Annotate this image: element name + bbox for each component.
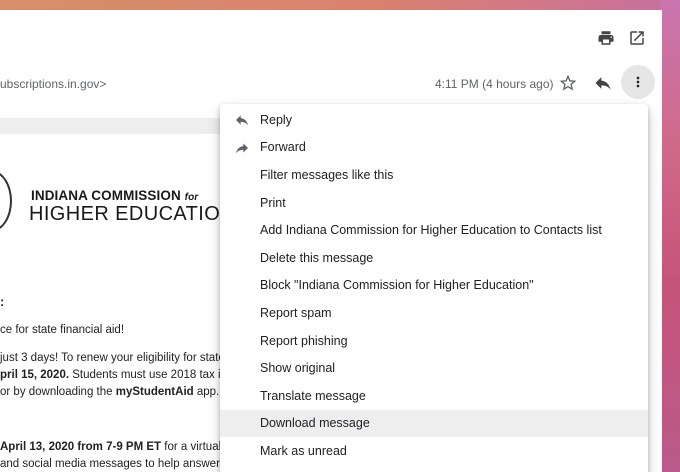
open-in-new-window-icon[interactable] xyxy=(628,29,646,47)
logo-text-line1: INDIANA COMMISSION for xyxy=(31,188,198,203)
menu-item-label: Show original xyxy=(260,361,336,376)
body-line-3: pril 15, 2020. Students must use 2018 ta… xyxy=(0,369,227,381)
body-line-1: ce for state financial aid! xyxy=(0,324,125,336)
app-name: myStudentAid xyxy=(115,386,194,398)
menu-item-report-phishing[interactable]: Report phishing xyxy=(220,327,648,355)
menu-item-label: Reply xyxy=(260,112,292,127)
deadline-date: pril 15, 2020. xyxy=(0,369,70,381)
body-line-5: April 13, 2020 from 7-9 PM ET for a virt… xyxy=(0,441,231,453)
desktop-background-right xyxy=(660,0,680,472)
menu-item-label: Report phishing xyxy=(260,333,348,348)
menu-item-download[interactable]: Download message xyxy=(220,409,648,438)
body-line-4-pre: or by downloading the xyxy=(0,386,116,398)
forward-icon xyxy=(234,140,250,156)
body-line-2: just 3 days! To renew your eligibility f… xyxy=(0,352,225,364)
menu-item-add-contact[interactable]: Add Indiana Commission for Higher Educat… xyxy=(220,216,648,244)
menu-item-filter[interactable]: Filter messages like this xyxy=(220,161,648,189)
menu-item-label: Download message xyxy=(260,416,370,431)
more-vert-icon xyxy=(636,76,640,88)
greeting-colon: : xyxy=(0,294,5,309)
more-options-menu: Reply Forward Filter messages like this … xyxy=(220,104,648,472)
menu-item-show-original[interactable]: Show original xyxy=(220,354,648,382)
menu-item-label: Print xyxy=(260,195,286,210)
menu-item-label: Filter messages like this xyxy=(260,167,394,182)
reply-header-icon[interactable] xyxy=(593,73,613,93)
email-window: ubscriptions.in.gov> 4:11 PM (4 hours ag… xyxy=(0,10,662,472)
menu-item-mark-unread[interactable]: Mark as unread xyxy=(220,437,648,465)
star-icon[interactable] xyxy=(558,73,578,93)
message-timestamp: 4:11 PM (4 hours ago) xyxy=(435,77,554,91)
logo-text-line2: HIGHER EDUCATIO xyxy=(29,203,221,225)
menu-item-label: Forward xyxy=(260,140,306,155)
menu-item-forward[interactable]: Forward xyxy=(220,134,648,162)
menu-item-translate[interactable]: Translate message xyxy=(220,382,648,410)
logo-title: INDIANA COMMISSION xyxy=(31,188,181,203)
logo-for: for xyxy=(184,192,199,203)
body-line-4-post: app. xyxy=(193,386,220,398)
menu-item-reply[interactable]: Reply xyxy=(220,106,648,134)
logo-emblem xyxy=(0,170,12,232)
menu-item-delete[interactable]: Delete this message xyxy=(220,244,648,272)
menu-item-label: Block "Indiana Commission for Higher Edu… xyxy=(260,278,534,293)
body-line-4: or by downloading the myStudentAid app. xyxy=(0,386,219,398)
menu-item-block-sender[interactable]: Block "Indiana Commission for Higher Edu… xyxy=(220,272,648,300)
body-line-3-rest: Students must use 2018 tax in xyxy=(69,369,227,381)
email-banner-bar xyxy=(0,118,222,134)
menu-item-label: Translate message xyxy=(260,388,366,403)
menu-item-print[interactable]: Print xyxy=(220,189,648,217)
menu-item-label: Add Indiana Commission for Higher Educat… xyxy=(260,223,602,238)
menu-item-report-spam[interactable]: Report spam xyxy=(220,299,648,327)
more-options-button[interactable] xyxy=(621,65,655,99)
event-date: April 13, 2020 from 7-9 PM ET xyxy=(0,441,162,453)
menu-item-label: Delete this message xyxy=(260,250,374,265)
menu-item-label: Report spam xyxy=(260,305,332,320)
reply-icon xyxy=(234,112,250,128)
print-all-icon[interactable] xyxy=(597,29,615,47)
sender-address: ubscriptions.in.gov> xyxy=(0,77,107,91)
menu-item-label: Mark as unread xyxy=(260,443,347,458)
